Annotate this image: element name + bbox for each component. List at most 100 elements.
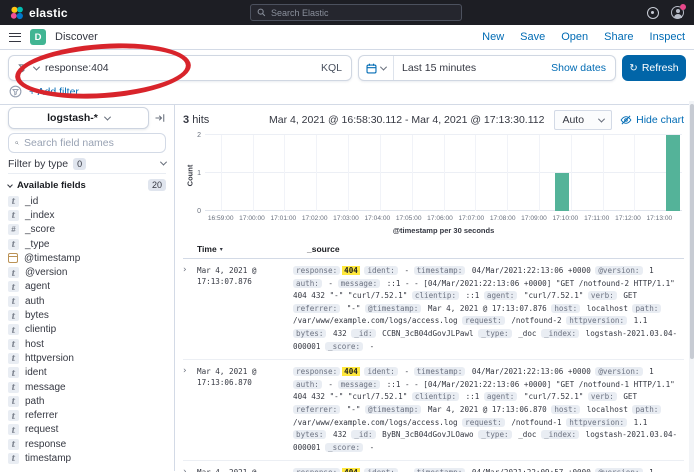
- date-type-icon: [8, 253, 18, 263]
- field-item[interactable]: treferrer: [8, 408, 166, 422]
- field-item[interactable]: tagent: [8, 280, 166, 294]
- user-avatar[interactable]: [671, 6, 684, 19]
- field-item[interactable]: tclientip: [8, 323, 166, 337]
- x-tick-label: 17:07:00: [458, 215, 484, 222]
- field-search-box[interactable]: [8, 133, 166, 153]
- action-share[interactable]: Share: [604, 31, 633, 43]
- field-item[interactable]: tident: [8, 366, 166, 380]
- field-badge: ident:: [364, 367, 397, 376]
- add-filter-button[interactable]: + Add filter: [29, 86, 79, 98]
- field-badge: _id:: [351, 329, 375, 338]
- x-axis-label: @timestamp per 30 seconds: [205, 226, 682, 235]
- string-type-icon: t: [8, 367, 19, 378]
- elastic-logo[interactable]: elastic: [10, 6, 68, 20]
- page-scrollbar[interactable]: [689, 101, 694, 472]
- field-item[interactable]: #_score: [8, 223, 166, 237]
- x-tick-label: 17:11:00: [584, 215, 609, 222]
- string-type-icon: t: [8, 239, 19, 250]
- field-badge: response:: [293, 367, 340, 376]
- string-type-icon: t: [8, 382, 19, 393]
- field-item[interactable]: tpath: [8, 394, 166, 408]
- expand-row-icon[interactable]: ›: [183, 265, 197, 353]
- field-item[interactable]: thttpversion: [8, 351, 166, 365]
- time-range-value[interactable]: Last 15 minutes: [394, 62, 551, 74]
- field-search-input[interactable]: [24, 137, 159, 149]
- string-type-icon: t: [8, 439, 19, 450]
- global-search-input[interactable]: [271, 8, 455, 18]
- global-search-box[interactable]: [250, 4, 462, 21]
- histogram-bar[interactable]: [555, 173, 569, 211]
- string-type-icon: t: [8, 353, 19, 364]
- gridline-vertical: [412, 135, 413, 211]
- expand-row-icon[interactable]: ›: [183, 467, 197, 472]
- query-language-button[interactable]: KQL: [321, 62, 342, 74]
- interval-value: Auto: [562, 114, 584, 126]
- field-item[interactable]: trequest: [8, 423, 166, 437]
- field-badge: _id:: [351, 430, 375, 439]
- expand-row-icon[interactable]: ›: [183, 366, 197, 454]
- calendar-icon: [366, 63, 377, 74]
- field-item[interactable]: thost: [8, 337, 166, 351]
- menu-icon[interactable]: [9, 33, 21, 42]
- field-badge: response:: [293, 468, 340, 472]
- field-item[interactable]: t_index: [8, 208, 166, 222]
- field-badge: httpversion:: [566, 418, 627, 427]
- field-badge: timestamp:: [414, 367, 466, 376]
- app-header: D Discover NewSaveOpenShareInspect: [0, 25, 694, 50]
- field-badge: _type:: [478, 430, 511, 439]
- field-name: @timestamp: [24, 253, 80, 264]
- x-tick-label: 17:13:00: [646, 215, 672, 222]
- app-bar-actions: New Save Open Share Inspect: [482, 31, 685, 43]
- filter-type-count-badge: 0: [73, 158, 86, 170]
- index-pattern-selector[interactable]: logstash-*: [8, 107, 149, 129]
- source-column-header: _source: [307, 244, 684, 254]
- query-input[interactable]: [45, 62, 315, 74]
- saved-queries-icon[interactable]: [9, 85, 22, 98]
- field-item[interactable]: ttimestamp: [8, 451, 166, 465]
- field-item[interactable]: t@version: [8, 265, 166, 279]
- action-open[interactable]: Open: [561, 31, 588, 43]
- field-item[interactable]: t_id: [8, 194, 166, 208]
- hide-chart-button[interactable]: Hide chart: [620, 114, 684, 126]
- sort-descending-icon[interactable]: ▾: [220, 246, 223, 253]
- filter-by-type[interactable]: Filter by type 0: [8, 158, 166, 174]
- refresh-button[interactable]: ↻ Refresh: [622, 55, 686, 81]
- histogram-bar[interactable]: [666, 135, 680, 211]
- action-save[interactable]: Save: [520, 31, 545, 43]
- field-name: path: [25, 396, 44, 407]
- chevron-down-icon[interactable]: [33, 63, 40, 70]
- x-tick-label: 17:02:00: [302, 215, 328, 222]
- action-inspect[interactable]: Inspect: [650, 31, 685, 43]
- field-badge: clientip:: [412, 291, 459, 300]
- field-item[interactable]: tmessage: [8, 380, 166, 394]
- available-fields-header[interactable]: Available fields 20: [8, 179, 166, 191]
- x-tick-label: 17:03:00: [333, 215, 359, 222]
- field-badge: ident:: [364, 468, 397, 472]
- query-input-box[interactable]: KQL: [8, 55, 352, 81]
- help-icon[interactable]: [647, 7, 659, 19]
- field-item[interactable]: @timestamp: [8, 251, 166, 265]
- collapse-sidebar-icon[interactable]: [154, 112, 166, 124]
- field-badge: agent:: [484, 291, 517, 300]
- show-dates-button[interactable]: Show dates: [551, 62, 615, 74]
- field-badge: auth:: [293, 380, 322, 389]
- time-column-header[interactable]: Time ▾: [197, 244, 307, 254]
- interval-select[interactable]: Auto: [554, 110, 612, 130]
- field-item[interactable]: tbytes: [8, 308, 166, 322]
- field-item[interactable]: tauth: [8, 294, 166, 308]
- calendar-menu-button[interactable]: [359, 56, 394, 80]
- x-tick-label: 17:09:00: [521, 215, 547, 222]
- row-source: response:404 ident: - timestamp: 04/Mar/…: [293, 366, 684, 454]
- discover-main: 3 hits Mar 4, 2021 @ 16:58:30.112 - Mar …: [175, 105, 694, 471]
- field-name: ident: [25, 367, 47, 378]
- scrollbar-thumb[interactable]: [690, 104, 694, 359]
- field-name: _id: [25, 196, 38, 207]
- action-new[interactable]: New: [482, 31, 504, 43]
- field-item[interactable]: tresponse: [8, 437, 166, 451]
- field-item[interactable]: t _type: [8, 237, 166, 251]
- field-badge: response:: [293, 266, 340, 275]
- field-name: _type: [25, 239, 49, 250]
- hits-bar: 3 hits Mar 4, 2021 @ 16:58:30.112 - Mar …: [183, 109, 684, 131]
- field-badge: @timestamp:: [365, 405, 421, 414]
- refresh-label: Refresh: [642, 62, 679, 74]
